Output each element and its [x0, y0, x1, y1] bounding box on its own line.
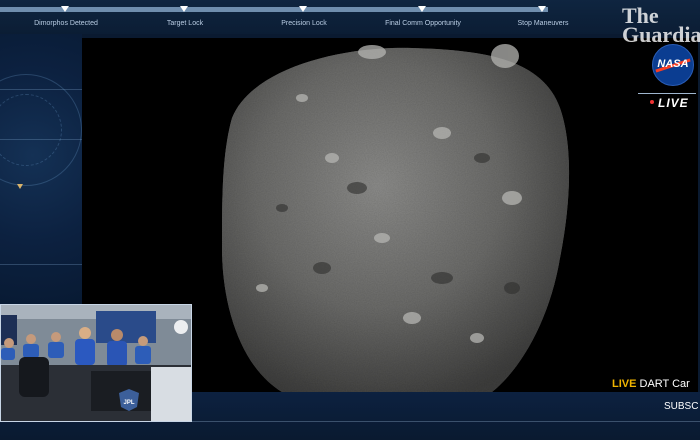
mission-progress-bar: Dimorphos Detected Target Lock Precision…	[0, 0, 700, 34]
caption-text: DART Car	[639, 378, 690, 390]
asteroid-body	[222, 47, 570, 392]
guardian-logo-line: Guardian	[622, 22, 700, 47]
live-caption: LIVE DART Car	[612, 378, 690, 390]
milestone-marker	[61, 6, 69, 12]
indicator-arrow-icon	[17, 184, 23, 189]
office-chair	[19, 357, 49, 397]
milestone-marker	[418, 6, 426, 12]
control-room-image: JPL	[1, 305, 191, 421]
live-badge: LIVE	[638, 93, 696, 112]
hud-line	[0, 89, 82, 90]
hud-line	[0, 139, 82, 140]
guardian-logo: The Guardian	[622, 5, 700, 47]
milestone-label: Dimorphos Detected	[34, 20, 98, 27]
milestone-marker	[299, 6, 307, 12]
milestone-label: Precision Lock	[281, 20, 327, 27]
milestone-marker	[180, 6, 188, 12]
console-side-panel	[0, 34, 82, 304]
progress-track	[0, 7, 548, 12]
caption-live-label: LIVE	[612, 378, 637, 390]
milestone-label: Final Comm Opportunity	[385, 20, 461, 27]
live-dot-icon	[650, 100, 654, 104]
jpl-badge-text: JPL	[123, 400, 134, 406]
milestone-label: Stop Maneuvers	[517, 20, 569, 27]
milestone-label: Target Lock	[166, 20, 204, 27]
live-badge-text: LIVE	[658, 96, 689, 110]
subscribe-button[interactable]: SUBSC	[664, 401, 698, 412]
nasa-logo: NASA	[652, 44, 694, 86]
milestone-marker	[538, 6, 546, 12]
control-room-inset-feed: JPL	[0, 304, 192, 422]
nasa-logo-text: NASA	[657, 58, 689, 70]
hud-line	[0, 264, 82, 265]
